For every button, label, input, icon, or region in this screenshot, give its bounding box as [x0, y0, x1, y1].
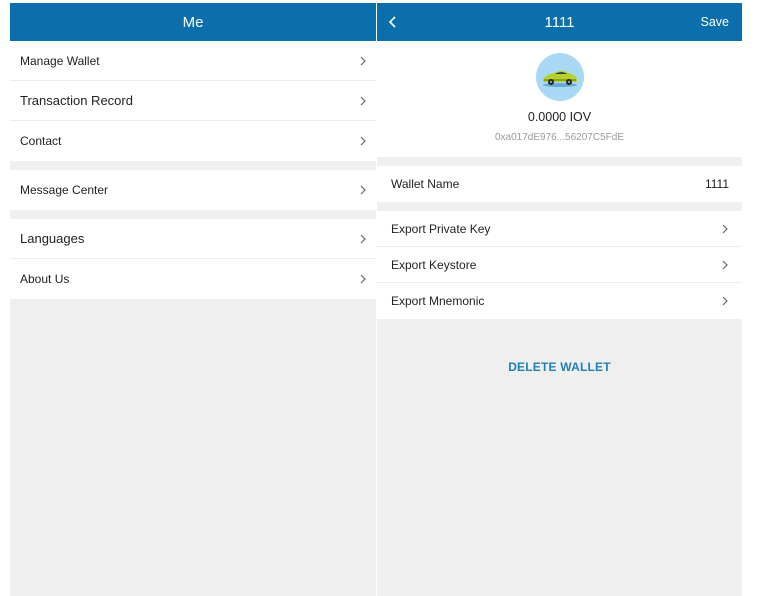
export-mnemonic-item[interactable]: Export Mnemonic — [377, 283, 742, 319]
chevron-right-icon — [722, 224, 728, 233]
page-title: Me — [182, 13, 204, 31]
wallet-address[interactable]: 0xa017dE976...56207C5FdE — [495, 132, 624, 143]
export-keystore-item[interactable]: Export Keystore — [377, 247, 742, 283]
wallet-balance: 0.0000 IOV — [527, 110, 592, 124]
delete-wallet-button[interactable]: DELETE WALLET — [377, 360, 742, 374]
chevron-right-icon — [722, 296, 728, 306]
wallet-name-row[interactable]: Wallet Name 1111 — [377, 166, 742, 202]
menu-item-transaction-record[interactable]: Transaction Record — [10, 81, 376, 121]
menu-item-contact[interactable]: Contact — [10, 121, 376, 161]
wallet-name-value: 1111 — [704, 177, 729, 191]
section-divider — [377, 202, 742, 211]
export-private-key-item[interactable]: Export Private Key — [377, 211, 742, 247]
export-item-label: Export Private Key — [391, 221, 491, 236]
chevron-left-icon — [388, 16, 396, 28]
menu-group-wallet: Manage Wallet Transaction Record Contact — [10, 41, 376, 161]
car-icon — [542, 70, 577, 87]
menu-item-label: Contact — [20, 134, 62, 148]
chevron-right-icon — [722, 260, 728, 269]
menu-item-label: About Us — [20, 272, 70, 286]
wallet-detail-screen: 1111 Save 0.0000 IOV 0xa017dE976...56207… — [377, 3, 742, 596]
menu-item-about-us[interactable]: About Us — [10, 259, 376, 299]
export-item-label: Export Mnemonic — [391, 294, 485, 308]
wallet-profile: 0.0000 IOV 0xa017dE976...56207C5FdE — [377, 41, 742, 157]
menu-item-label: Languages — [20, 231, 85, 246]
menu-item-languages[interactable]: Languages — [10, 219, 376, 259]
chevron-right-icon — [360, 96, 366, 105]
wallet-name-group: Wallet Name 1111 — [377, 166, 742, 202]
export-item-label: Export Keystore — [391, 257, 477, 272]
menu-group-settings: Languages About Us — [10, 219, 376, 299]
chevron-right-icon — [360, 136, 366, 146]
menu-item-label: Transaction Record — [20, 93, 133, 108]
me-header: Me — [10, 3, 376, 41]
page-title: 1111 — [544, 13, 575, 31]
section-divider — [377, 157, 742, 166]
save-button[interactable]: Save — [701, 3, 730, 41]
menu-item-manage-wallet[interactable]: Manage Wallet — [10, 41, 376, 81]
wallet-name-label: Wallet Name — [391, 177, 460, 191]
wallet-avatar[interactable] — [535, 53, 584, 101]
chevron-right-icon — [360, 234, 366, 243]
wallet-header: 1111 Save — [377, 3, 742, 41]
menu-item-label: Message Center — [20, 183, 109, 197]
menu-group-messages: Message Center — [10, 170, 376, 210]
export-group: Export Private Key Export Keystore Expor… — [377, 211, 742, 319]
back-button[interactable] — [387, 3, 399, 41]
me-screen: Me Manage Wallet Transaction Record Cont… — [10, 3, 376, 596]
menu-item-label: Manage Wallet — [20, 53, 100, 68]
chevron-right-icon — [360, 185, 366, 195]
chevron-right-icon — [360, 274, 366, 284]
section-divider — [10, 161, 376, 170]
section-divider — [10, 210, 376, 219]
chevron-right-icon — [360, 56, 366, 65]
menu-item-message-center[interactable]: Message Center — [10, 170, 376, 210]
